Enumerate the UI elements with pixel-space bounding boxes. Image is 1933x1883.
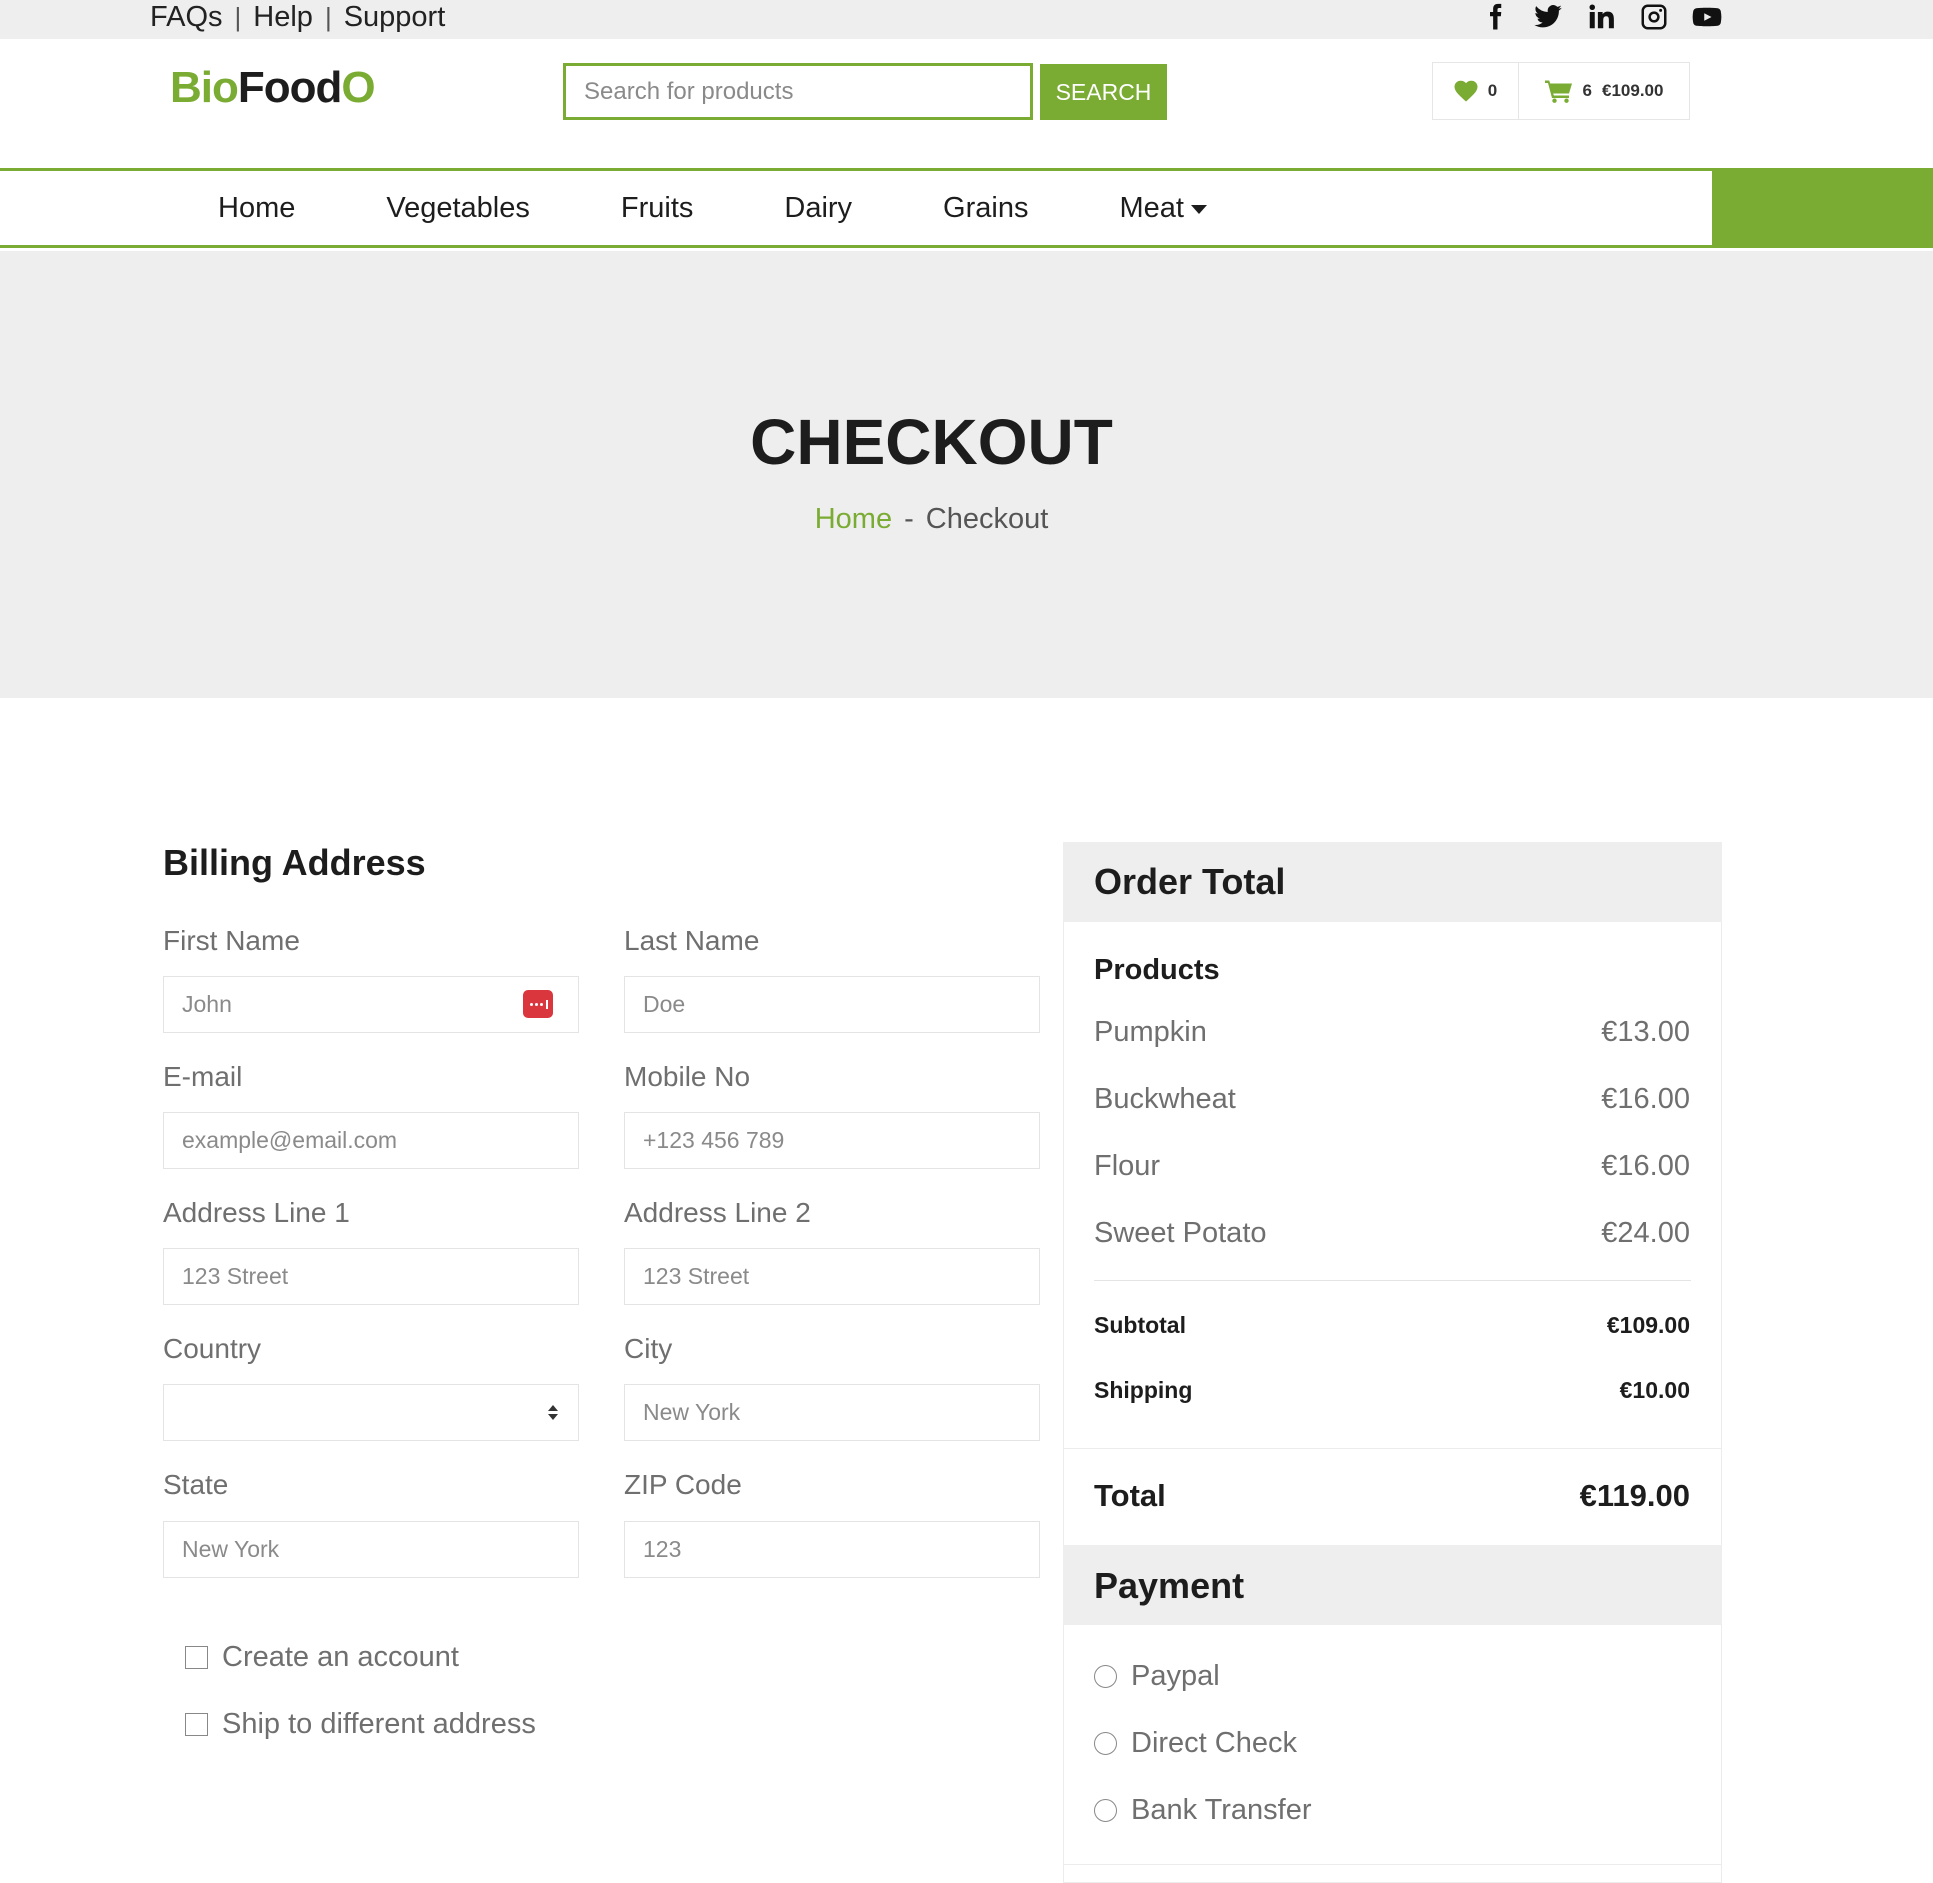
ship-different-option[interactable]: Ship to different address: [185, 1708, 536, 1741]
page-title: CHECKOUT: [750, 406, 1113, 478]
product-price: €13.00: [1601, 1016, 1690, 1048]
subtotal-value: €109.00: [1606, 1312, 1690, 1338]
state-label: State: [163, 1469, 229, 1500]
order-divider: [1094, 1280, 1691, 1281]
payment-divider: [1063, 1864, 1722, 1865]
last-name-input[interactable]: [624, 976, 1040, 1033]
linkedin-icon[interactable]: [1586, 2, 1616, 32]
payment-option-bank-transfer[interactable]: Bank Transfer: [1094, 1794, 1312, 1827]
product-name: Pumpkin: [1094, 1016, 1207, 1048]
nav-item-fruits[interactable]: Fruits: [621, 192, 694, 225]
zip-input[interactable]: [624, 1521, 1040, 1578]
support-link[interactable]: Support: [344, 1, 446, 34]
faqs-link[interactable]: FAQs: [150, 1, 223, 34]
direct-check-radio[interactable]: [1094, 1732, 1117, 1755]
heart-icon: [1454, 80, 1478, 102]
paypal-label: Paypal: [1131, 1660, 1220, 1692]
header-cart-widget: 0 6 €109.00: [1432, 62, 1690, 120]
product-price: €16.00: [1601, 1150, 1690, 1182]
billing-title: Billing Address: [163, 842, 426, 883]
wishlist-count: 0: [1487, 81, 1498, 100]
address2-input[interactable]: [624, 1248, 1040, 1305]
last-name-label: Last Name: [624, 925, 760, 956]
breadcrumb-separator: -: [904, 503, 914, 535]
product-name: Sweet Potato: [1094, 1217, 1267, 1249]
product-price: €16.00: [1601, 1083, 1690, 1115]
bank-transfer-radio[interactable]: [1094, 1799, 1117, 1822]
cart-count: 6: [1582, 81, 1592, 100]
email-label: E-mail: [163, 1061, 243, 1092]
address1-input[interactable]: [163, 1248, 579, 1305]
total-label: Total: [1094, 1478, 1166, 1513]
create-account-option[interactable]: Create an account: [185, 1641, 459, 1674]
payment-option-paypal[interactable]: Paypal: [1094, 1660, 1220, 1693]
subtotal-label: Subtotal: [1094, 1312, 1186, 1338]
country-select[interactable]: [163, 1384, 579, 1441]
shipping-value: €10.00: [1619, 1377, 1690, 1403]
first-name-input[interactable]: [163, 976, 579, 1033]
mobile-label: Mobile No: [624, 1061, 751, 1092]
nav-item-dairy[interactable]: Dairy: [784, 192, 852, 225]
nav-item-home[interactable]: Home: [218, 192, 295, 225]
search-button[interactable]: SEARCH: [1040, 64, 1167, 120]
caret-down-icon: [1190, 204, 1207, 214]
country-label: Country: [163, 1333, 262, 1364]
cart-total: €109.00: [1602, 81, 1664, 100]
shipping-label: Shipping: [1094, 1377, 1193, 1403]
product-name: Buckwheat: [1094, 1083, 1236, 1115]
cart-icon: [1544, 79, 1573, 103]
logo-part-food: Food: [237, 63, 343, 112]
breadcrumb-current: Checkout: [925, 503, 1049, 535]
nav-menu: Home Vegetables Fruits Dairy Grains Meat: [180, 171, 1207, 245]
logo-part-bio: Bio: [170, 63, 239, 112]
nav-item-meat-label: Meat: [1119, 191, 1184, 224]
logo-part-o: O: [341, 63, 375, 112]
breadcrumb: Home - Checkout: [0, 503, 1863, 536]
help-link[interactable]: Help: [253, 1, 313, 34]
link-separator: |: [234, 1, 242, 32]
first-name-label: First Name: [163, 925, 300, 956]
state-input[interactable]: [163, 1521, 579, 1578]
payment-title: Payment: [1094, 1565, 1245, 1606]
top-links: FAQs | Help | Support: [150, 0, 445, 34]
password-manager-icon[interactable]: [523, 990, 553, 1018]
nav-item-grains[interactable]: Grains: [943, 192, 1028, 225]
ship-different-checkbox[interactable]: [185, 1713, 208, 1736]
zip-label: ZIP Code: [624, 1469, 742, 1500]
products-title: Products: [1094, 954, 1220, 986]
youtube-icon[interactable]: [1692, 2, 1722, 32]
link-separator: |: [324, 1, 332, 32]
wishlist-button[interactable]: 0: [1433, 63, 1519, 119]
bank-transfer-label: Bank Transfer: [1131, 1794, 1312, 1826]
paypal-radio[interactable]: [1094, 1665, 1117, 1688]
ship-different-label: Ship to different address: [222, 1708, 536, 1740]
city-input[interactable]: [624, 1384, 1040, 1441]
payment-option-direct-check[interactable]: Direct Check: [1094, 1727, 1297, 1760]
nav-item-vegetables[interactable]: Vegetables: [386, 192, 530, 225]
email-input[interactable]: [163, 1112, 579, 1169]
select-arrows-icon: [548, 1405, 560, 1423]
nav-item-meat[interactable]: Meat: [1119, 191, 1207, 225]
instagram-icon[interactable]: [1639, 2, 1669, 32]
create-account-label: Create an account: [222, 1641, 459, 1673]
social-links: [1480, 0, 1722, 34]
nav-accent-block: [1712, 168, 1933, 248]
site-logo[interactable]: Bio Food O: [170, 60, 376, 116]
create-account-checkbox[interactable]: [185, 1646, 208, 1669]
cart-button[interactable]: 6 €109.00: [1519, 63, 1689, 119]
total-value: €119.00: [1579, 1478, 1690, 1513]
product-name: Flour: [1094, 1150, 1161, 1182]
direct-check-label: Direct Check: [1131, 1727, 1297, 1759]
address1-label: Address Line 1: [163, 1197, 350, 1228]
address2-label: Address Line 2: [624, 1197, 811, 1228]
total-divider: [1063, 1448, 1722, 1449]
order-total-title: Order Total: [1094, 861, 1286, 902]
breadcrumb-home[interactable]: Home: [815, 503, 892, 536]
search-input[interactable]: [563, 63, 1033, 120]
product-price: €24.00: [1601, 1217, 1690, 1249]
mobile-input[interactable]: [624, 1112, 1040, 1169]
twitter-icon[interactable]: [1533, 2, 1563, 32]
facebook-icon[interactable]: [1480, 2, 1510, 32]
city-label: City: [624, 1333, 673, 1364]
